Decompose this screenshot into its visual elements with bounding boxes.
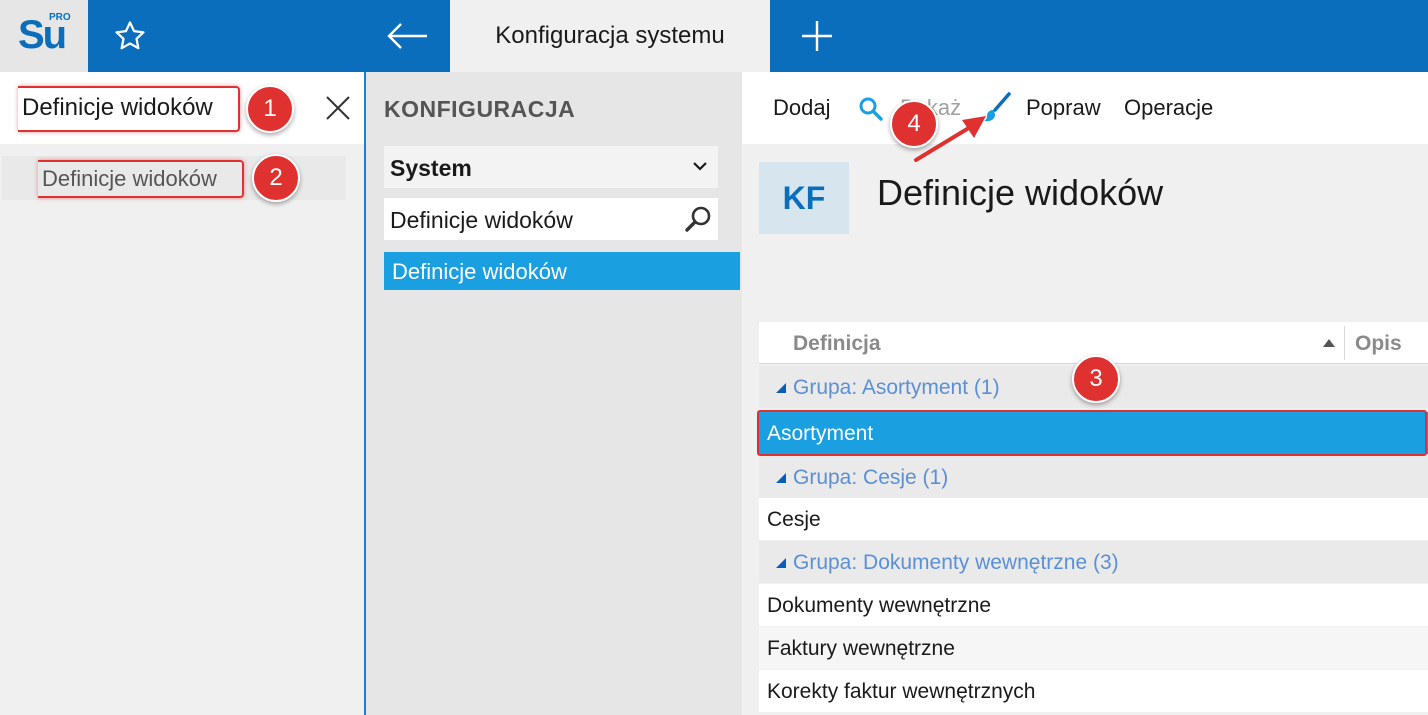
search-icon[interactable] bbox=[858, 96, 884, 122]
highlight-search-result bbox=[38, 160, 244, 198]
table-row[interactable]: Faktury wewnętrzne bbox=[759, 627, 1428, 669]
arrow-left-icon bbox=[387, 23, 427, 49]
config-item-definicje-widokow[interactable]: Definicje widoków bbox=[384, 252, 740, 290]
page-title: Definicje widoków bbox=[877, 172, 1164, 213]
page-badge: KF bbox=[759, 162, 849, 234]
select-value: System bbox=[390, 155, 472, 181]
row-definicja: Dokumenty wewnętrzne bbox=[767, 594, 992, 617]
back-button[interactable] bbox=[378, 10, 436, 62]
config-item-label: Definicje widoków bbox=[392, 259, 567, 284]
sort-ascending-icon[interactable] bbox=[1322, 338, 1336, 348]
favorites-button[interactable] bbox=[104, 10, 156, 62]
highlight-selected-row bbox=[757, 410, 1427, 456]
config-panel: KONFIGURACJA System Definicje widoków De… bbox=[366, 72, 742, 715]
operations-button[interactable]: Operacje bbox=[1124, 95, 1213, 121]
edit-button[interactable]: Popraw bbox=[1026, 95, 1101, 121]
logo-pro-label: PRO bbox=[49, 12, 71, 23]
table-row[interactable]: Korekty faktur wewnętrznych bbox=[759, 670, 1428, 712]
collapse-triangle-icon[interactable] bbox=[775, 382, 787, 394]
new-tab-button[interactable] bbox=[788, 10, 846, 62]
group-label: Grupa: Cesje (1) bbox=[793, 466, 949, 489]
step-marker-2: 2 bbox=[252, 154, 300, 202]
top-bar: Su PRO Konfiguracja systemu bbox=[0, 0, 1428, 72]
close-icon bbox=[326, 96, 350, 120]
chevron-down-icon bbox=[693, 162, 707, 171]
row-definicja: Korekty faktur wewnętrznych bbox=[767, 680, 1036, 703]
app-logo[interactable]: Su PRO bbox=[0, 0, 88, 72]
grid-group-row[interactable]: Grupa: Dokumenty wewnętrzne (3) bbox=[759, 541, 1428, 583]
plus-icon bbox=[802, 21, 832, 51]
table-row[interactable]: Dokumenty wewnętrzne bbox=[759, 584, 1428, 626]
clear-search-button[interactable] bbox=[318, 88, 358, 128]
config-category-select[interactable]: System bbox=[384, 146, 718, 188]
table-row[interactable]: Cesje bbox=[759, 498, 1428, 540]
row-definicja: Cesje bbox=[767, 508, 821, 531]
column-divider[interactable] bbox=[1344, 326, 1345, 360]
collapse-triangle-icon[interactable] bbox=[775, 557, 787, 569]
step-marker-3: 3 bbox=[1072, 355, 1120, 403]
step-marker-1: 1 bbox=[246, 85, 294, 133]
column-header-definicja[interactable]: Definicja bbox=[793, 332, 881, 356]
tab-konfiguracja-systemu[interactable]: Konfiguracja systemu bbox=[450, 0, 770, 72]
group-label: Grupa: Asortyment (1) bbox=[793, 376, 1000, 399]
search-icon[interactable] bbox=[682, 203, 714, 235]
toolbar: Dodaj Pokaż Popraw Operacje bbox=[742, 72, 1428, 144]
collapse-triangle-icon[interactable] bbox=[775, 472, 787, 484]
grid-group-row[interactable]: Grupa: Cesje (1) bbox=[759, 456, 1428, 498]
add-button[interactable]: Dodaj bbox=[773, 95, 830, 121]
pointer-arrow-icon bbox=[914, 116, 986, 162]
group-label: Grupa: Dokumenty wewnętrzne (3) bbox=[793, 551, 1119, 574]
config-title: KONFIGURACJA bbox=[384, 96, 576, 122]
config-filter-value: Definicje widoków bbox=[390, 207, 573, 233]
config-filter-input[interactable]: Definicje widoków bbox=[384, 198, 718, 240]
highlight-search-query bbox=[18, 86, 240, 132]
row-definicja: Faktury wewnętrzne bbox=[767, 637, 955, 660]
star-icon bbox=[115, 21, 145, 50]
column-header-opis[interactable]: Opis bbox=[1355, 332, 1402, 356]
